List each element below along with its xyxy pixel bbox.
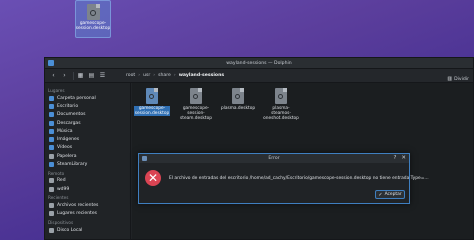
sidebar-section-title: Remoto bbox=[48, 170, 65, 176]
breadcrumb-usr[interactable]: usr bbox=[143, 73, 150, 78]
drive-icon bbox=[49, 227, 54, 233]
file-item[interactable]: gamescope-session.desktop bbox=[133, 88, 171, 116]
sidebar-item-desktop[interactable]: Escritorio bbox=[45, 102, 130, 110]
pictures-icon bbox=[49, 137, 54, 143]
trash-icon bbox=[49, 153, 54, 159]
file-name: gamescope-session.desktop bbox=[133, 106, 171, 116]
accept-button[interactable]: ✓ Aceptar bbox=[375, 190, 405, 199]
error-dialog: Error ? ✕ ✕ El archivo de entradas del e… bbox=[138, 153, 429, 204]
file-name: gamescope-session-steam.desktop bbox=[180, 106, 212, 121]
file-name: plasma-steamos-oneshot.desktop bbox=[263, 106, 299, 121]
file-manager-window: wayland-sessions — Dolphin ‹ › ▦ ▤ ☰ roo… bbox=[44, 57, 474, 240]
network-icon bbox=[49, 178, 54, 184]
sidebar-item-downloads[interactable]: Descargas bbox=[45, 119, 130, 127]
home-icon bbox=[49, 95, 54, 101]
videos-icon bbox=[49, 145, 54, 151]
icon-view-button[interactable]: ▦ bbox=[76, 71, 85, 80]
sidebar-section-title: Lugares bbox=[48, 88, 65, 93]
sidebar-item-videos[interactable]: Vídeos bbox=[45, 144, 130, 152]
help-icon[interactable]: ? bbox=[393, 155, 396, 162]
sidebar-item-wd99[interactable]: wd99 bbox=[45, 185, 130, 193]
remote-drive-icon bbox=[49, 186, 54, 192]
recent-files-icon bbox=[49, 202, 54, 208]
sidebar-item-documents[interactable]: Documentos bbox=[45, 111, 130, 119]
desktop-icon-label: gamescope-session.desktop bbox=[75, 21, 111, 31]
sidebar-item-steamlibrary[interactable]: SteamLibrary bbox=[45, 160, 130, 168]
details-view-button[interactable]: ☰ bbox=[98, 71, 107, 80]
folder-icon bbox=[49, 162, 54, 168]
dialog-title: Error bbox=[268, 156, 280, 161]
checkmark-icon: ✓ bbox=[378, 191, 383, 198]
places-sidebar: Lugares Carpeta personal Escritorio Docu… bbox=[45, 83, 131, 239]
desktop-file-icon bbox=[190, 88, 202, 104]
documents-icon bbox=[49, 112, 54, 118]
breadcrumb-root[interactable]: root bbox=[126, 73, 135, 78]
error-icon: ✕ bbox=[145, 170, 161, 186]
recent-places-icon bbox=[49, 211, 54, 217]
file-item[interactable]: plasma-steamos-oneshot.desktop bbox=[263, 88, 299, 121]
close-icon[interactable]: ✕ bbox=[401, 155, 406, 162]
sidebar-item-trash[interactable]: Papelera bbox=[45, 152, 130, 160]
sidebar-item-music[interactable]: Música bbox=[45, 127, 130, 135]
desktop-file-icon[interactable]: gamescope-session.desktop bbox=[75, 0, 111, 38]
split-icon: ▥ bbox=[447, 76, 453, 82]
desktop-folder-icon bbox=[49, 103, 54, 109]
accept-button-label: Aceptar bbox=[384, 192, 402, 197]
sidebar-item-recent-files[interactable]: Archivos recientes bbox=[45, 201, 130, 209]
breadcrumb: root › usr › share › wayland-sessions bbox=[126, 73, 225, 78]
desktop-file-icon bbox=[275, 88, 287, 104]
desktop-file-icon bbox=[146, 88, 158, 104]
window-title: wayland-sessions — Dolphin bbox=[226, 60, 292, 66]
breadcrumb-share[interactable]: share bbox=[158, 73, 171, 78]
sidebar-item-recent-places[interactable]: Lugares recientes bbox=[45, 210, 130, 218]
toolbar: ‹ › ▦ ▤ ☰ root › usr › share › wayland-s… bbox=[45, 69, 473, 83]
sidebar-item-pictures[interactable]: Imágenes bbox=[45, 135, 130, 143]
window-titlebar[interactable]: wayland-sessions — Dolphin bbox=[45, 58, 473, 69]
sidebar-item-home[interactable]: Carpeta personal bbox=[45, 94, 130, 102]
file-name: plasma.desktop bbox=[220, 106, 256, 111]
file-item[interactable]: plasma.desktop bbox=[220, 88, 256, 111]
dialog-titlebar[interactable]: Error ? ✕ bbox=[139, 154, 409, 163]
downloads-icon bbox=[49, 120, 54, 126]
desktop-file-icon bbox=[232, 88, 244, 104]
breadcrumb-wayland-sessions[interactable]: wayland-sessions bbox=[179, 73, 224, 78]
sidebar-item-network[interactable]: Red bbox=[45, 177, 130, 185]
compact-view-button[interactable]: ▤ bbox=[87, 71, 96, 80]
back-button[interactable]: ‹ bbox=[49, 71, 58, 80]
file-item[interactable]: gamescope-session-steam.desktop bbox=[178, 88, 214, 121]
error-message: El archivo de entradas del escritorio /h… bbox=[169, 176, 429, 181]
music-icon bbox=[49, 128, 54, 134]
sidebar-section-title: Dispositivos bbox=[48, 219, 74, 225]
sidebar-section-title: Recientes bbox=[48, 195, 69, 201]
desktop-file-glyph-icon bbox=[86, 4, 100, 20]
forward-button[interactable]: › bbox=[60, 71, 69, 80]
sidebar-item-local-disk[interactable]: Disco Local bbox=[45, 226, 130, 234]
